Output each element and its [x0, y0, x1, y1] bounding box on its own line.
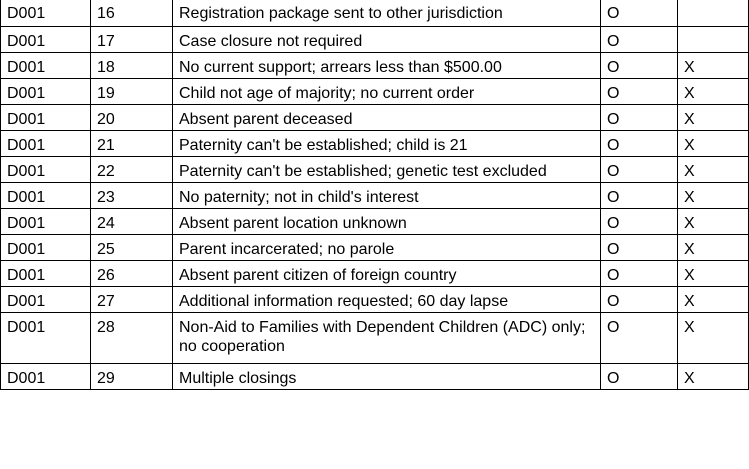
cell-code: D001: [0, 362, 91, 390]
cell-x-flag: X: [677, 285, 749, 313]
cell-o-flag: O: [600, 311, 678, 364]
cell-number: 18: [90, 51, 173, 79]
cell-number: 19: [90, 77, 173, 105]
cell-number: 27: [90, 285, 173, 313]
cell-x-flag: [677, 25, 749, 53]
table-row: D001 19 Child not age of majority; no cu…: [0, 77, 749, 105]
cell-x-flag: X: [677, 129, 749, 157]
cell-description: Paternity can't be established; genetic …: [172, 155, 601, 183]
cell-number: 16: [90, 0, 173, 27]
table-row: D001 24 Absent parent location unknown O…: [0, 207, 749, 235]
cell-x-flag: X: [677, 155, 749, 183]
cell-o-flag: O: [600, 77, 678, 105]
cell-x-flag: X: [677, 362, 749, 390]
cell-o-flag: O: [600, 155, 678, 183]
cell-description: Absent parent deceased: [172, 103, 601, 131]
cell-number: 21: [90, 129, 173, 157]
cell-code: D001: [0, 103, 91, 131]
table-row: D001 17 Case closure not required O: [0, 25, 749, 53]
cell-number: 26: [90, 259, 173, 287]
table-row: D001 22 Paternity can't be established; …: [0, 155, 749, 183]
cell-code: D001: [0, 25, 91, 53]
cell-o-flag: O: [600, 207, 678, 235]
cell-x-flag: X: [677, 311, 749, 364]
cell-o-flag: O: [600, 233, 678, 261]
cell-code: D001: [0, 259, 91, 287]
cell-code: D001: [0, 0, 91, 27]
cell-description: Multiple closings: [172, 362, 601, 390]
cell-code: D001: [0, 51, 91, 79]
cell-description: No paternity; not in child's interest: [172, 181, 601, 209]
cell-code: D001: [0, 311, 91, 364]
table-row: D001 27 Additional information requested…: [0, 285, 749, 313]
table-row: D001 28 Non-Aid to Families with Depende…: [0, 311, 749, 364]
cell-x-flag: X: [677, 103, 749, 131]
table-row: D001 21 Paternity can't be established; …: [0, 129, 749, 157]
table-row: D001 18 No current support; arrears less…: [0, 51, 749, 79]
cell-code: D001: [0, 233, 91, 261]
cell-x-flag: X: [677, 233, 749, 261]
cell-description: Parent incarcerated; no parole: [172, 233, 601, 261]
cell-description: Absent parent citizen of foreign country: [172, 259, 601, 287]
cell-code: D001: [0, 207, 91, 235]
cell-o-flag: O: [600, 362, 678, 390]
cell-x-flag: [677, 0, 749, 27]
cell-description: No current support; arrears less than $5…: [172, 51, 601, 79]
table-row: D001 29 Multiple closings O X: [0, 362, 749, 390]
cell-number: 28: [90, 311, 173, 364]
cell-o-flag: O: [600, 129, 678, 157]
table-row: D001 25 Parent incarcerated; no parole O…: [0, 233, 749, 261]
cell-o-flag: O: [600, 181, 678, 209]
cell-x-flag: X: [677, 259, 749, 287]
cell-description: Paternity can't be established; child is…: [172, 129, 601, 157]
cell-number: 25: [90, 233, 173, 261]
cell-description: Non-Aid to Families with Dependent Child…: [172, 311, 601, 364]
table-row: D001 16 Registration package sent to oth…: [0, 0, 749, 27]
cell-x-flag: X: [677, 207, 749, 235]
cell-description: Absent parent location unknown: [172, 207, 601, 235]
cell-number: 20: [90, 103, 173, 131]
table-row: D001 23 No paternity; not in child's int…: [0, 181, 749, 209]
cell-description: Additional information requested; 60 day…: [172, 285, 601, 313]
cell-code: D001: [0, 129, 91, 157]
cell-number: 23: [90, 181, 173, 209]
cell-o-flag: O: [600, 51, 678, 79]
cell-code: D001: [0, 77, 91, 105]
cell-o-flag: O: [600, 259, 678, 287]
cell-o-flag: O: [600, 103, 678, 131]
cell-x-flag: X: [677, 51, 749, 79]
cell-number: 24: [90, 207, 173, 235]
cell-o-flag: O: [600, 25, 678, 53]
cell-code: D001: [0, 285, 91, 313]
cell-description: Registration package sent to other juris…: [172, 0, 601, 27]
cell-x-flag: X: [677, 77, 749, 105]
cell-number: 22: [90, 155, 173, 183]
cell-code: D001: [0, 155, 91, 183]
cell-description: Case closure not required: [172, 25, 601, 53]
cell-number: 29: [90, 362, 173, 390]
cell-o-flag: O: [600, 0, 678, 27]
cell-number: 17: [90, 25, 173, 53]
cell-x-flag: X: [677, 181, 749, 209]
cell-description: Child not age of majority; no current or…: [172, 77, 601, 105]
closure-reason-table: D001 16 Registration package sent to oth…: [0, 0, 749, 390]
table-row: D001 20 Absent parent deceased O X: [0, 103, 749, 131]
cell-code: D001: [0, 181, 91, 209]
cell-o-flag: O: [600, 285, 678, 313]
table-row: D001 26 Absent parent citizen of foreign…: [0, 259, 749, 287]
